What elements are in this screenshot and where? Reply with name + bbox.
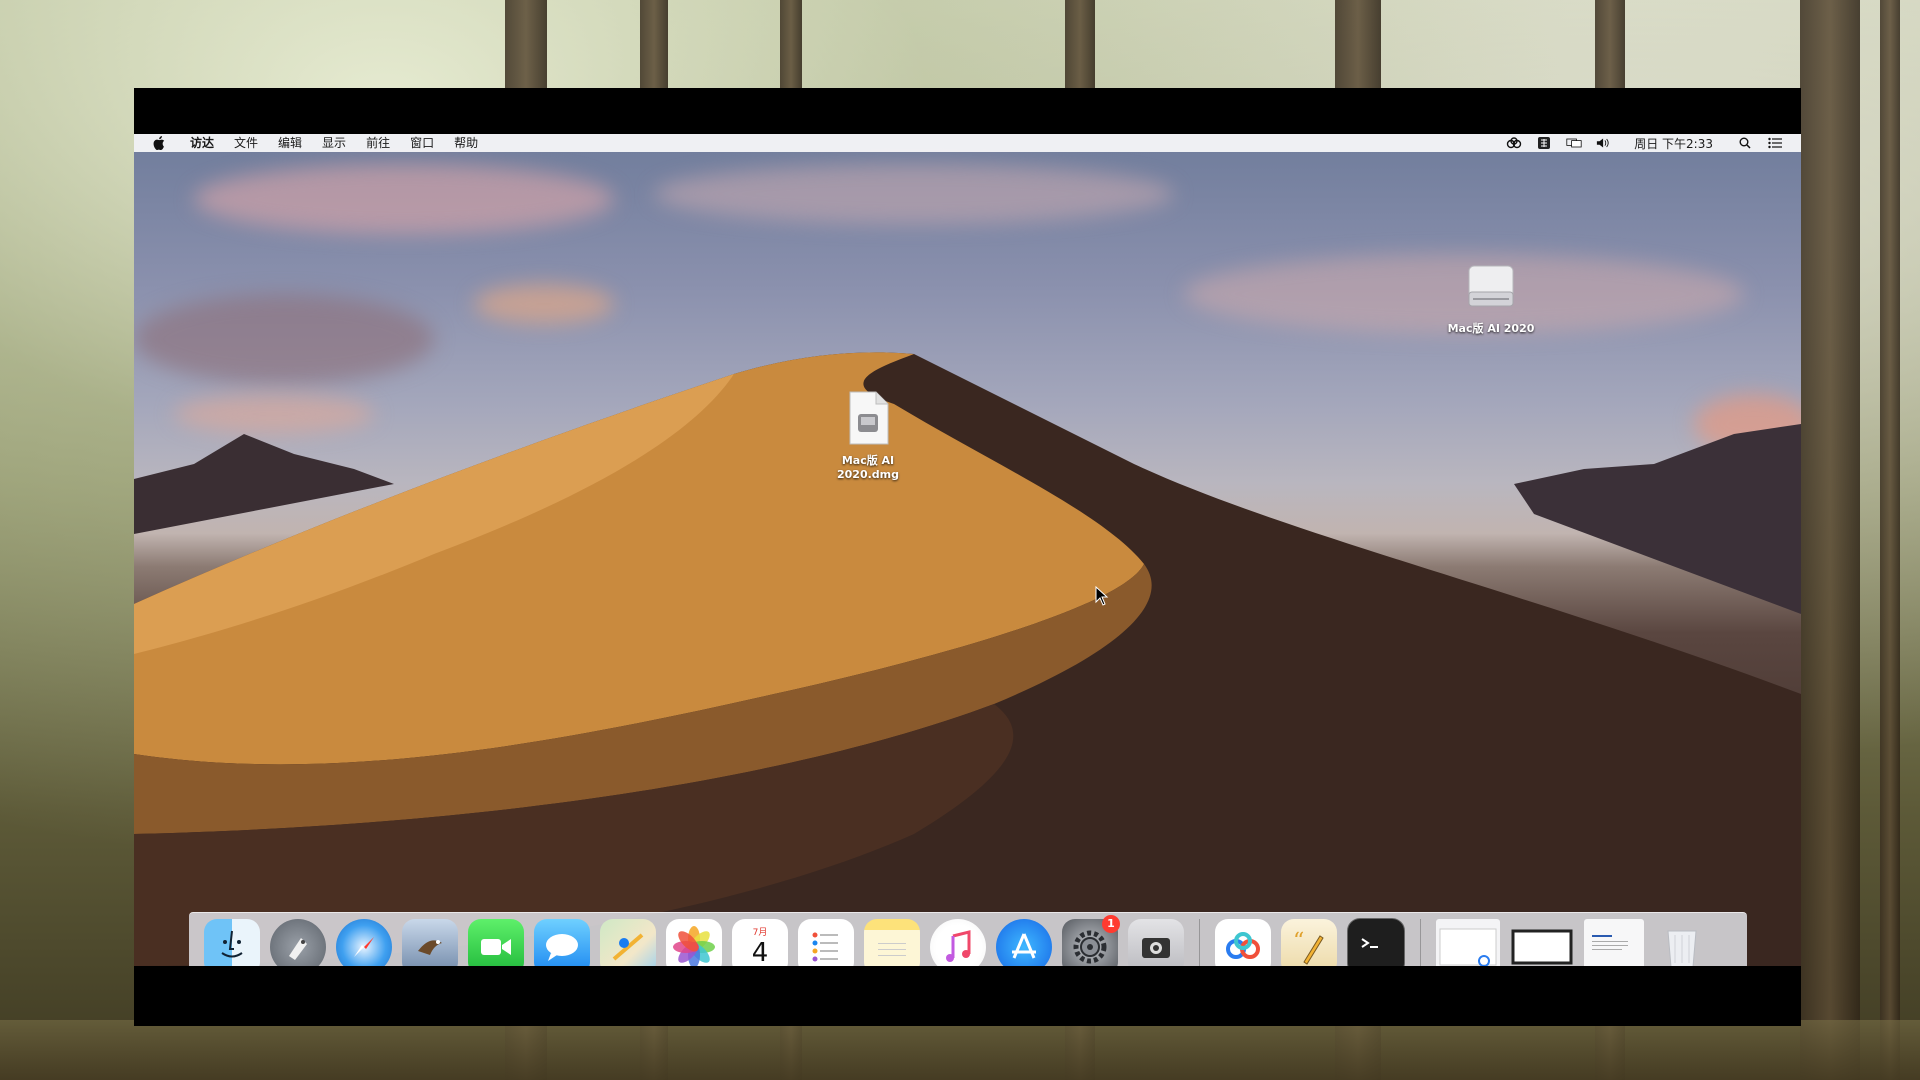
desert-landscape — [134, 352, 1801, 966]
desktop-drive-icon[interactable]: Mac版 AI 2020 — [1436, 262, 1546, 336]
messages-icon — [546, 933, 578, 961]
quote-pen-icon: “ — [1293, 929, 1324, 965]
dock-calendar[interactable]: 7月 4 — [732, 918, 788, 967]
dmg-label-line2: 2020.dmg — [836, 468, 899, 481]
dock-safari[interactable] — [336, 918, 392, 966]
dock-document-thumb[interactable] — [1584, 918, 1644, 966]
notification-badge: 1 — [1102, 914, 1120, 933]
dock-window-thumb-2[interactable] — [1510, 919, 1574, 967]
apple-icon[interactable] — [152, 136, 166, 150]
calendar-month: 7月 — [752, 927, 768, 938]
facetime-icon — [481, 938, 511, 955]
tree-trunk — [1800, 0, 1860, 1080]
dock-facetime[interactable] — [468, 918, 524, 966]
menu-file[interactable]: 文件 — [224, 134, 268, 152]
dock-separator — [1420, 918, 1421, 966]
dock-launchpad[interactable] — [270, 918, 326, 966]
dock-terminal[interactable] — [1347, 917, 1405, 966]
safari-icon — [354, 936, 374, 957]
dock: 7月 4 1 “ — [189, 912, 1747, 966]
eagle-preview-icon — [418, 939, 442, 955]
menu-bar-left: 访达 文件 编辑 显示 前往 窗口 帮助 — [134, 134, 488, 152]
forest-floor — [0, 1020, 1920, 1080]
menu-bar-clock[interactable]: 周日 下午2:33 — [1634, 135, 1713, 152]
drive-label: Mac版 AI 2020 — [1447, 322, 1535, 335]
dmg-file-icon — [813, 390, 923, 450]
tree-trunk — [1880, 0, 1900, 1080]
calendar-day: 4 — [751, 937, 769, 967]
dock-notes[interactable] — [864, 918, 920, 966]
menu-window[interactable]: 窗口 — [400, 134, 444, 152]
trash-icon — [1667, 930, 1697, 966]
dock-trash[interactable] — [1654, 919, 1710, 966]
desktop-dmg-icon[interactable]: Mac版 AI 2020.dmg — [813, 390, 923, 482]
document-thumbnail-icon — [1592, 934, 1628, 950]
music-icon — [946, 929, 971, 962]
menu-finder[interactable]: 访达 — [180, 134, 224, 152]
search-icon[interactable] — [1737, 136, 1753, 150]
menu-bar: 访达 文件 编辑 显示 前往 窗口 帮助 周日 下午2:33 — [134, 134, 1801, 152]
input-method-icon[interactable] — [1536, 136, 1552, 150]
external-drive-icon — [1436, 262, 1546, 318]
reminders-icon — [812, 932, 838, 961]
dock-photos[interactable] — [666, 918, 722, 966]
svg-text:“: “ — [1293, 929, 1304, 954]
notes-icon — [878, 942, 906, 956]
dock-reminders[interactable] — [798, 918, 854, 966]
mouse-cursor-icon — [1095, 586, 1109, 606]
screen-frame: Mac版 AI 2020 Mac版 AI 2020.dmg 7月 4 1 “ 访… — [134, 88, 1801, 1026]
notification-list-icon[interactable] — [1767, 136, 1783, 150]
dock-maps[interactable] — [600, 918, 656, 966]
dock-screenshot[interactable] — [1128, 918, 1184, 966]
gear-icon — [1073, 930, 1107, 963]
menu-help[interactable]: 帮助 — [444, 134, 488, 152]
dock-system-preferences[interactable]: 1 — [1062, 914, 1120, 966]
dock-script-app[interactable]: “ — [1281, 918, 1337, 966]
menu-view[interactable]: 显示 — [312, 134, 356, 152]
dock-finder[interactable] — [204, 918, 260, 966]
dock-separator — [1199, 918, 1200, 966]
window-thumbnail-icon — [1511, 929, 1573, 964]
screenshot-icon — [1142, 937, 1170, 958]
terminal-icon — [1361, 937, 1378, 948]
baidu-netdisk-icon — [1226, 931, 1260, 959]
dmg-label-line1: Mac版 AI — [841, 454, 895, 467]
app-store-icon — [1012, 932, 1036, 959]
dock-preview[interactable] — [402, 918, 458, 966]
finder-icon — [221, 930, 243, 957]
dock-music[interactable] — [930, 918, 986, 966]
dock-window-thumb-1[interactable] — [1436, 918, 1500, 966]
photos-icon — [673, 925, 715, 966]
display-mirror-icon[interactable] — [1566, 136, 1582, 150]
window-thumbnail-icon — [1439, 928, 1497, 966]
dock-messages[interactable] — [534, 918, 590, 966]
desktop[interactable]: Mac版 AI 2020 Mac版 AI 2020.dmg 7月 4 1 “ — [134, 134, 1801, 966]
dock-baidu-netdisk[interactable] — [1215, 918, 1271, 966]
menu-edit[interactable]: 编辑 — [268, 134, 312, 152]
maps-icon — [612, 932, 644, 961]
launchpad-icon — [289, 937, 307, 960]
menu-go[interactable]: 前往 — [356, 134, 400, 152]
volume-icon[interactable] — [1596, 136, 1612, 150]
menu-bar-right: 周日 下午2:33 — [1506, 135, 1801, 152]
dock-app-store[interactable] — [996, 918, 1052, 966]
baidu-netdisk-icon[interactable] — [1506, 136, 1522, 150]
